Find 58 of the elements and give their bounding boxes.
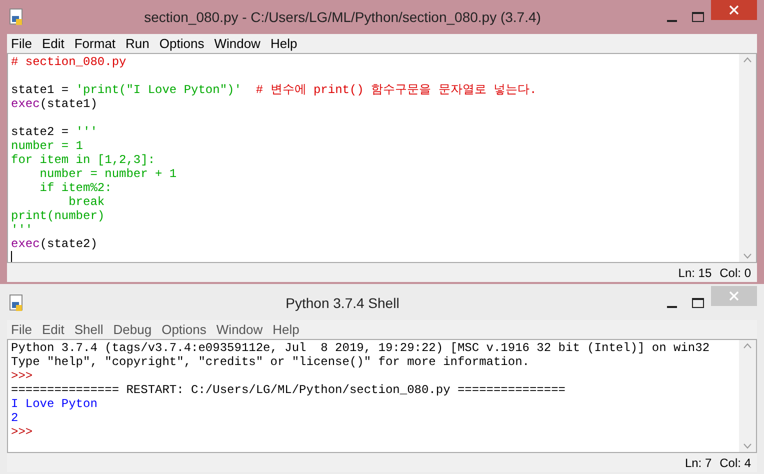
code-comment: # 변수에 print() 함수구문을 문자열로 넣는다.: [254, 83, 537, 97]
status-text: Ln: 7: [684, 454, 712, 472]
string-literal: 'print("I Love Pyton")': [76, 83, 242, 97]
string-literal: for item in [1,2,3]:: [11, 153, 156, 167]
menu-item[interactable]: Window: [214, 34, 260, 54]
menu-item[interactable]: Shell: [74, 320, 104, 340]
minimize-icon: [667, 20, 677, 22]
scroll-down-icon[interactable]: [743, 443, 752, 449]
builtin-name: exec: [11, 97, 40, 111]
menu-item[interactable]: Options: [159, 34, 204, 54]
string-literal: ''': [11, 223, 33, 237]
menu-item[interactable]: File: [11, 34, 32, 54]
string-literal: if item%2:: [38, 181, 112, 195]
code-text: (state2): [40, 237, 98, 251]
menu-item[interactable]: Help: [270, 34, 298, 54]
shell-output: 2: [11, 411, 18, 425]
string-literal: number = 1: [11, 139, 84, 153]
scrollbar[interactable]: [739, 54, 756, 262]
menu-item[interactable]: Debug: [113, 320, 152, 340]
builtin-name: exec: [11, 237, 40, 251]
status-text: Col: 4: [720, 454, 751, 472]
string-literal: number = number + 1: [38, 167, 177, 181]
minimize-icon: [667, 306, 677, 308]
code-text: Type "help", "copyright", "credits" or "license()" for more information.: [11, 355, 530, 369]
menu-item[interactable]: Format: [74, 34, 116, 54]
text-cursor: [11, 251, 12, 262]
string-literal: break: [68, 195, 105, 209]
code-text: state1 =: [11, 83, 70, 97]
code-text: =============== RESTART: C:/Users/LG/ML/Python/section_080.py ===============: [11, 383, 566, 397]
string-literal: print(number): [11, 209, 105, 223]
maximize-icon: [692, 298, 704, 308]
close-icon: [729, 5, 739, 15]
code-text: Python 3.7.4 (tags/v3.7.4:e09359112e, Jul 8 2019, 19:29:22) [MSC v.1916 32 bit (Intel)] on win32: [11, 341, 710, 355]
menu-item[interactable]: Run: [126, 34, 150, 54]
close-button[interactable]: [711, 0, 757, 20]
scrollbar[interactable]: [739, 340, 756, 452]
menu-item[interactable]: Edit: [42, 34, 64, 54]
shell-output: I Love Pyton: [11, 397, 98, 411]
menu-item[interactable]: Window: [216, 320, 263, 340]
scroll-up-icon[interactable]: [743, 57, 752, 63]
close-icon: [729, 291, 739, 301]
shell-prompt: >>>: [11, 425, 33, 439]
menu-item[interactable]: Edit: [42, 320, 64, 340]
code-text: state2 =: [11, 125, 70, 139]
code-text: (state1): [40, 97, 98, 111]
scroll-up-icon[interactable]: [743, 343, 752, 349]
string-literal: ''': [76, 125, 98, 139]
window-title: Python 3.7.4 Shell: [284, 294, 400, 313]
shell-prompt: >>>: [11, 369, 33, 383]
scroll-down-icon[interactable]: [743, 253, 752, 259]
code-comment: # section_080.py: [11, 55, 126, 69]
menu-item[interactable]: File: [11, 320, 32, 340]
maximize-icon: [692, 12, 704, 22]
status-text: Ln: 15: [678, 264, 712, 282]
menu-item[interactable]: Help: [272, 320, 300, 340]
status-text: Col: 0: [720, 264, 751, 282]
window-title: section_080.py - C:/Users/LG/ML/Python/section_080.py (3.7.4): [143, 8, 542, 27]
menu-item[interactable]: Options: [162, 320, 206, 340]
